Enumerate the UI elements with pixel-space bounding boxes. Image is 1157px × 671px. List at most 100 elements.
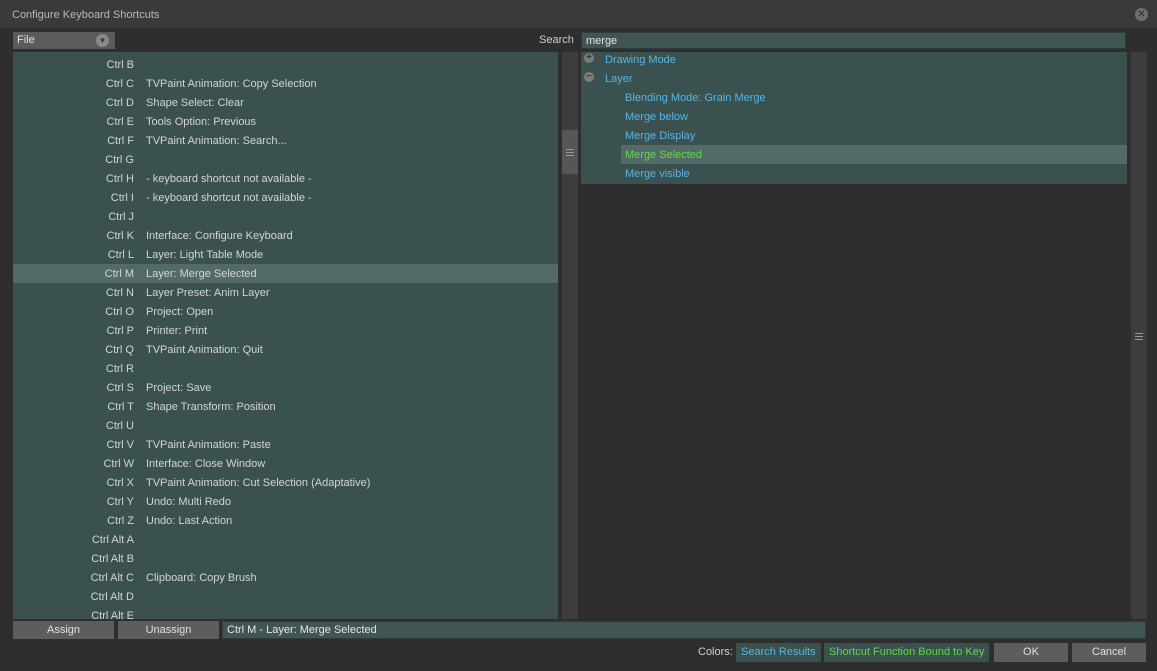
shortcut-row[interactable]: Ctrl Alt D xyxy=(13,587,558,606)
shortcut-key: Ctrl Alt D xyxy=(90,591,134,603)
tree-label: Drawing Mode xyxy=(605,54,676,66)
shortcut-key: Ctrl L xyxy=(107,249,134,261)
shortcut-function: Undo: Multi Redo xyxy=(146,496,231,508)
shortcut-row[interactable]: Ctrl H - keyboard shortcut not available … xyxy=(13,169,558,188)
shortcut-row[interactable]: Ctrl C TVPaint Animation: Copy Selection xyxy=(13,74,558,93)
shortcut-row[interactable]: Ctrl M Layer: Merge Selected xyxy=(13,264,558,283)
shortcut-key: Ctrl K xyxy=(106,230,135,242)
shortcut-row[interactable]: Ctrl N Layer Preset: Anim Layer xyxy=(13,283,558,302)
shortcut-function: Interface: Configure Keyboard xyxy=(146,230,293,242)
tree-item[interactable]: Blending Mode: Grain Merge xyxy=(581,88,1127,107)
shortcut-key: Ctrl H xyxy=(105,173,134,185)
tree-label: Blending Mode: Grain Merge xyxy=(625,92,766,104)
shortcut-key: Ctrl R xyxy=(105,363,134,375)
file-dropdown[interactable]: File ▼ xyxy=(13,32,115,49)
legend-bound-function: Shortcut Function Bound to Key xyxy=(824,643,990,662)
colors-label: Colors: xyxy=(698,646,733,658)
shortcut-row[interactable]: Ctrl Alt C Clipboard: Copy Brush xyxy=(13,568,558,587)
close-icon[interactable]: ✕ xyxy=(1135,8,1148,21)
shortcut-row[interactable]: Ctrl B xyxy=(13,55,558,74)
shortcut-function: Interface: Close Window xyxy=(146,458,266,470)
tree-item[interactable]: Merge Display xyxy=(581,126,1127,145)
tree-item[interactable]: Merge Selected xyxy=(581,145,1127,164)
shortcut-row[interactable]: Ctrl E Tools Option: Previous xyxy=(13,112,558,131)
assign-button[interactable]: Assign xyxy=(13,621,114,639)
shortcut-row[interactable]: Ctrl Q TVPaint Animation: Quit xyxy=(13,340,558,359)
shortcut-row[interactable]: Ctrl F TVPaint Animation: Search... xyxy=(13,131,558,150)
shortcut-row[interactable]: Ctrl U xyxy=(13,416,558,435)
shortcut-row[interactable]: Ctrl J xyxy=(13,207,558,226)
shortcut-function: Layer Preset: Anim Layer xyxy=(146,287,270,299)
shortcut-row[interactable]: Ctrl R xyxy=(13,359,558,378)
shortcut-function: TVPaint Animation: Cut Selection (Adapta… xyxy=(146,477,371,489)
shortcut-key: Ctrl F xyxy=(107,135,134,147)
shortcut-function: Shape Transform: Position xyxy=(146,401,276,413)
shortcut-key: Ctrl D xyxy=(105,97,134,109)
unassign-button[interactable]: Unassign xyxy=(118,621,219,639)
shortcut-row[interactable]: Ctrl Alt E xyxy=(13,606,558,619)
shortcut-key: Ctrl C xyxy=(105,78,134,90)
shortcut-row[interactable]: Ctrl X TVPaint Animation: Cut Selection (… xyxy=(13,473,558,492)
shortcut-list[interactable]: Ctrl B Ctrl C TVPaint Animation: Copy Sele… xyxy=(13,52,558,619)
shortcut-key: Ctrl W xyxy=(103,458,134,470)
window-title: Configure Keyboard Shortcuts xyxy=(12,9,160,21)
shortcut-row[interactable]: Ctrl Y Undo: Multi Redo xyxy=(13,492,558,511)
tree-item[interactable]: Merge visible xyxy=(581,164,1127,183)
shortcut-key: Ctrl N xyxy=(105,287,134,299)
shortcut-function: Shape Select: Clear xyxy=(146,97,244,109)
shortcut-row[interactable]: Ctrl V TVPaint Animation: Paste xyxy=(13,435,558,454)
tree-group[interactable]: + Drawing Mode xyxy=(581,50,1127,69)
shortcut-key: Ctrl Alt B xyxy=(91,553,134,565)
shortcut-row[interactable]: Ctrl Alt A xyxy=(13,530,558,549)
shortcut-key: Ctrl P xyxy=(106,325,135,337)
search-results-tree[interactable]: + Drawing Mode − Layer Blending Mode: Grain … xyxy=(581,52,1127,184)
shortcut-function: TVPaint Animation: Paste xyxy=(146,439,271,451)
shortcut-row[interactable]: Ctrl W Interface: Close Window xyxy=(13,454,558,473)
tree-label: Merge Selected xyxy=(625,149,703,161)
shortcut-row[interactable]: Ctrl Alt B xyxy=(13,549,558,568)
tree-label: Merge visible xyxy=(625,168,690,180)
shortcut-row[interactable]: Ctrl I - keyboard shortcut not available … xyxy=(13,188,558,207)
tree-item[interactable]: Merge below xyxy=(581,107,1127,126)
shortcut-function: TVPaint Animation: Copy Selection xyxy=(146,78,317,90)
cancel-button[interactable]: Cancel xyxy=(1072,643,1146,662)
shortcut-row[interactable]: Ctrl D Shape Select: Clear xyxy=(13,93,558,112)
shortcut-row[interactable]: Ctrl P Printer: Print xyxy=(13,321,558,340)
shortcut-key: Ctrl Q xyxy=(105,344,134,356)
expand-icon[interactable]: + xyxy=(584,53,594,63)
tree-label: Merge below xyxy=(625,111,688,123)
search-results-empty-area xyxy=(581,184,1127,619)
search-results-scrollbar[interactable] xyxy=(1131,52,1147,619)
shortcut-key: Ctrl E xyxy=(106,116,135,128)
shortcut-list-scrollbar[interactable] xyxy=(562,52,578,619)
collapse-icon[interactable]: − xyxy=(584,72,594,82)
title-bar: Configure Keyboard Shortcuts ✕ xyxy=(0,0,1157,28)
shortcut-function: Layer: Light Table Mode xyxy=(146,249,264,261)
chevron-down-icon: ▼ xyxy=(96,34,109,47)
shortcut-row[interactable]: Ctrl K Interface: Configure Keyboard xyxy=(13,226,558,245)
shortcut-key: Ctrl O xyxy=(105,306,134,318)
search-input[interactable] xyxy=(581,32,1126,49)
shortcut-row[interactable]: Ctrl Z Undo: Last Action xyxy=(13,511,558,530)
shortcut-key: Ctrl Y xyxy=(106,496,134,508)
shortcut-row[interactable]: Ctrl O Project: Open xyxy=(13,302,558,321)
ok-button[interactable]: OK xyxy=(994,643,1068,662)
shortcut-key: Ctrl Z xyxy=(107,515,134,527)
search-label: Search xyxy=(539,34,574,46)
file-dropdown-label: File xyxy=(17,34,35,46)
shortcut-key: Ctrl X xyxy=(106,477,135,489)
shortcut-key: Ctrl B xyxy=(106,59,135,71)
tree-group[interactable]: − Layer xyxy=(581,69,1127,88)
scrollbar-thumb[interactable] xyxy=(562,130,578,174)
shortcut-key: Ctrl Alt E xyxy=(91,610,134,619)
shortcut-function: - keyboard shortcut not available - xyxy=(146,192,312,204)
shortcut-function: Undo: Last Action xyxy=(146,515,233,527)
shortcut-row[interactable]: Ctrl G xyxy=(13,150,558,169)
tree-label: Merge Display xyxy=(625,130,696,142)
shortcut-row[interactable]: Ctrl S Project: Save xyxy=(13,378,558,397)
shortcut-row[interactable]: Ctrl T Shape Transform: Position xyxy=(13,397,558,416)
shortcut-key: Ctrl S xyxy=(106,382,135,394)
shortcut-key: Ctrl J xyxy=(108,211,134,223)
shortcut-row[interactable]: Ctrl L Layer: Light Table Mode xyxy=(13,245,558,264)
shortcut-function: TVPaint Animation: Search... xyxy=(146,135,287,147)
